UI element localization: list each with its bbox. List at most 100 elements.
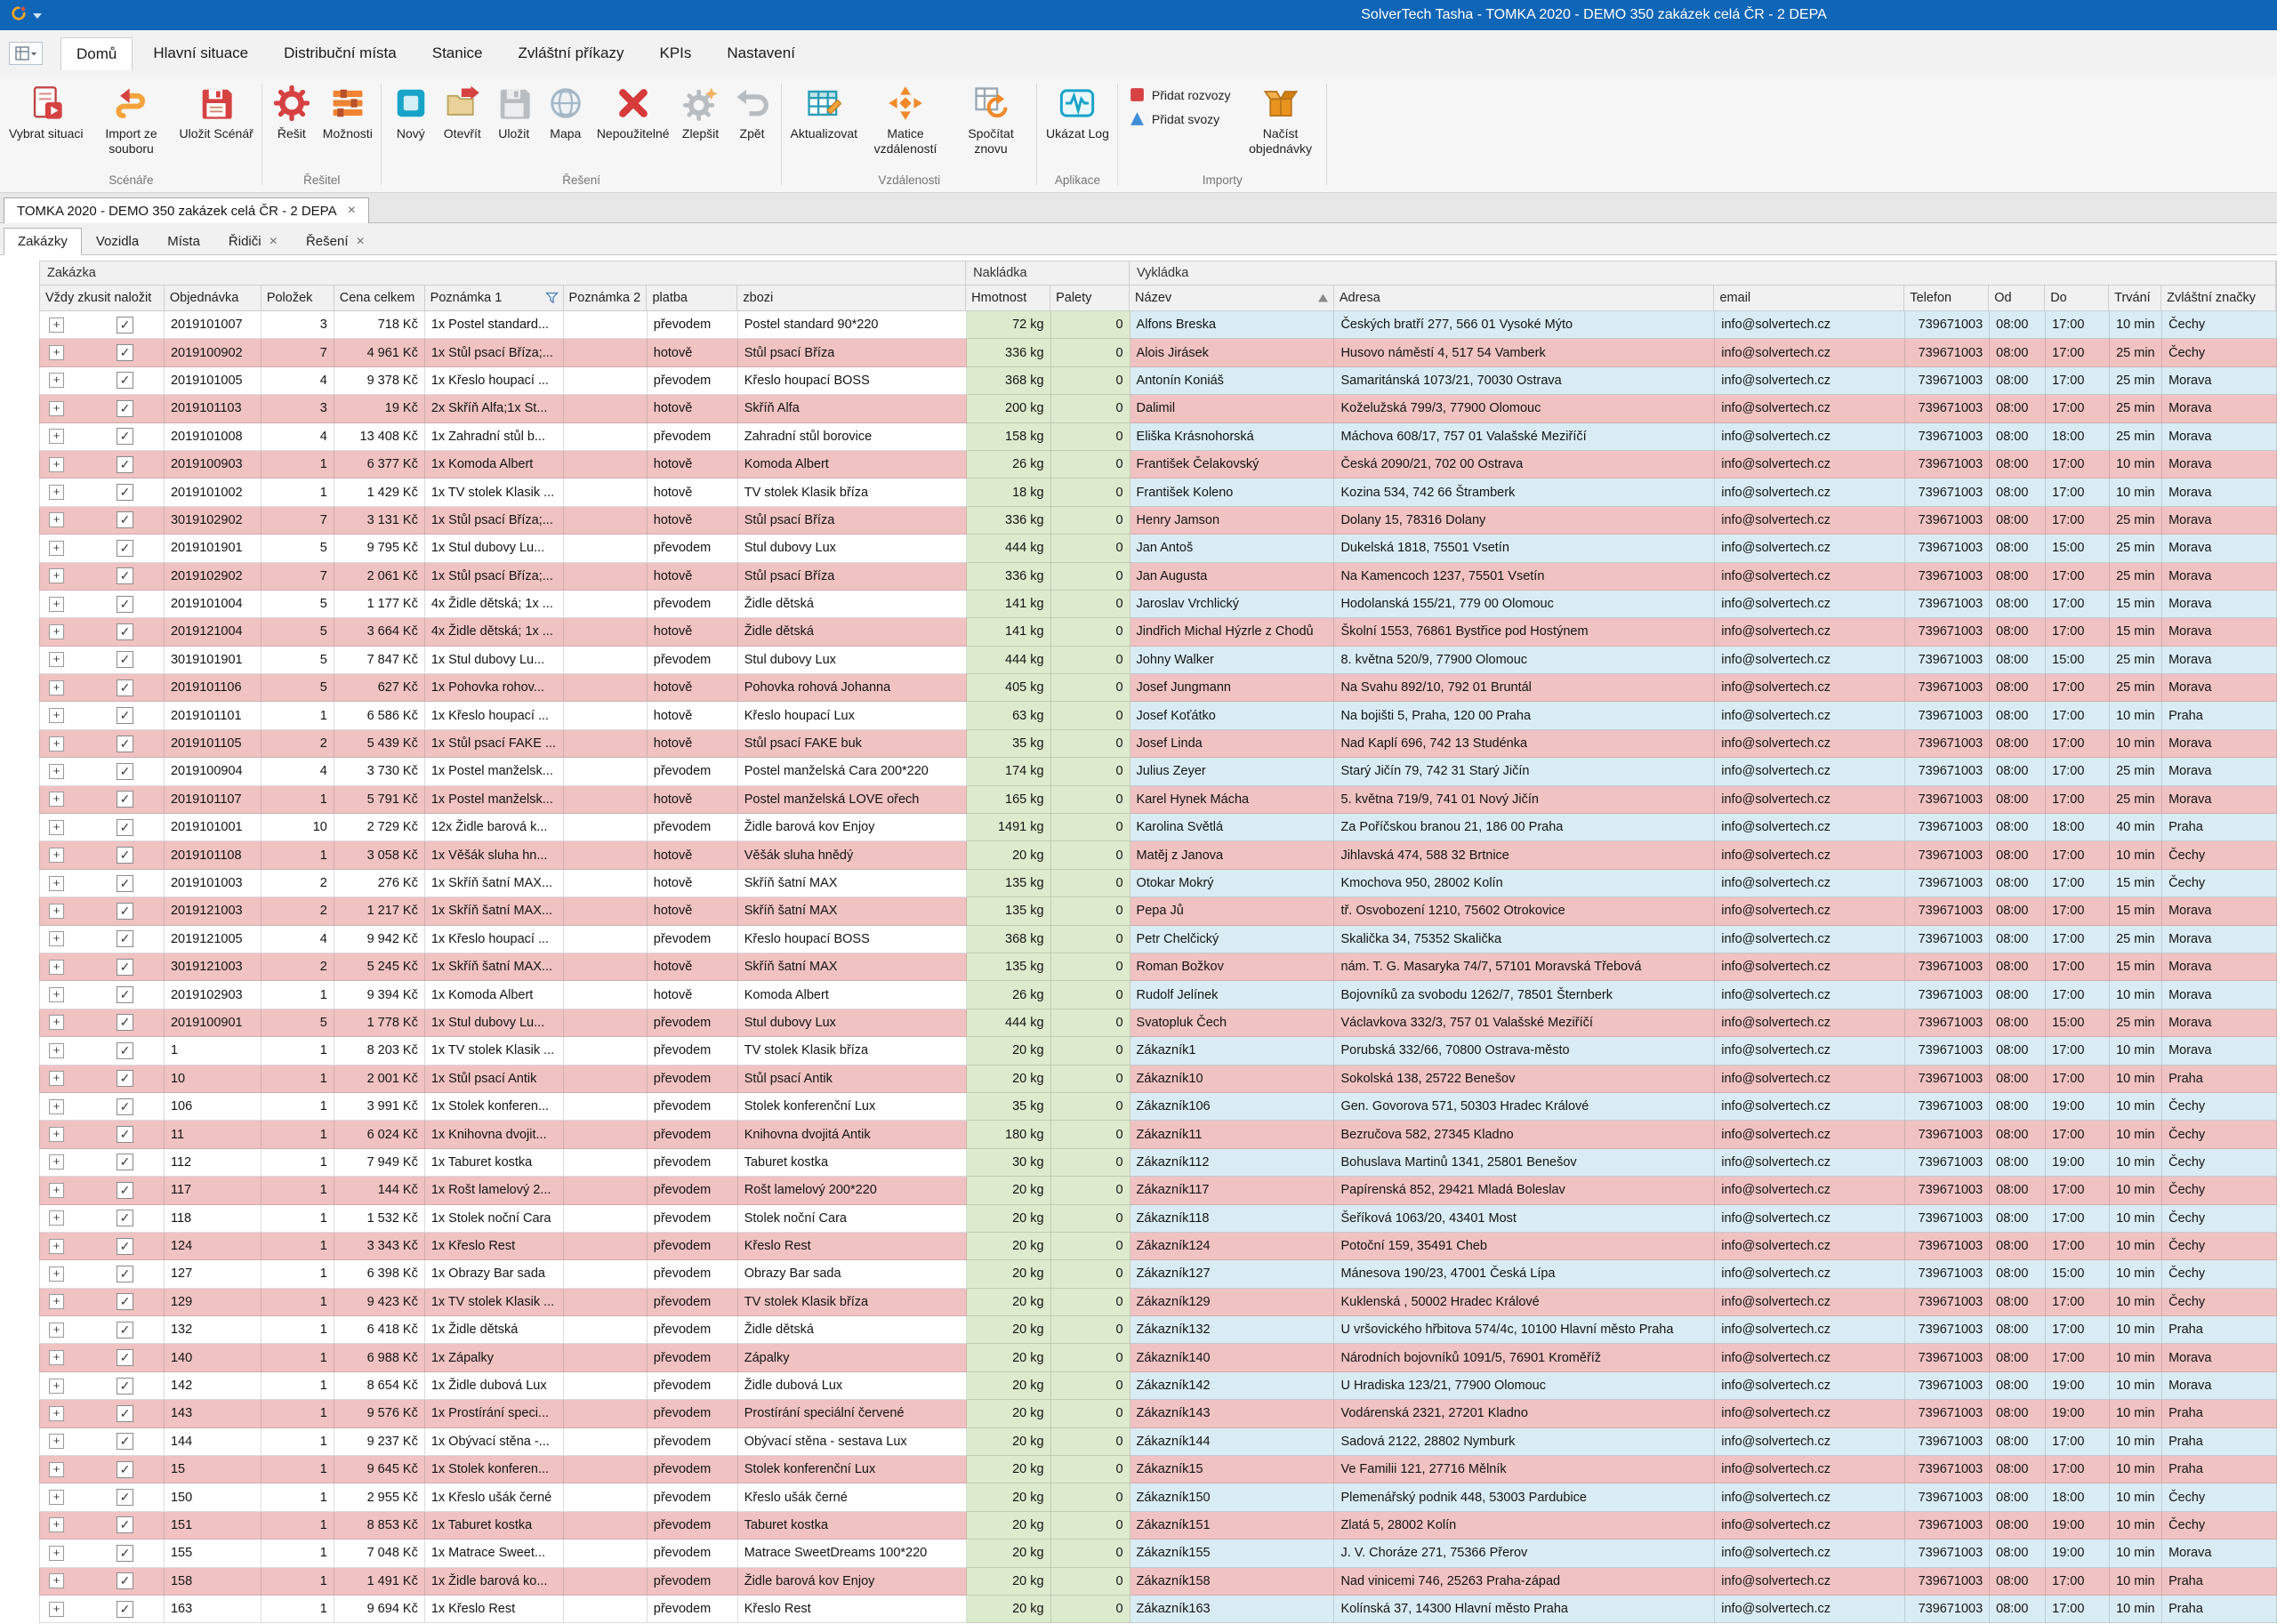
close-tab-icon[interactable]: × [356,235,364,249]
close-tab-icon[interactable]: × [270,235,278,249]
expand-row-icon[interactable]: + [49,1183,64,1198]
table-row[interactable]: +✓14016 988 Kč1x ZápalkypřevodemZápalky2… [39,1344,2277,1371]
always-load-checkbox[interactable]: ✓ [117,847,133,864]
column-header-platba[interactable]: platba [647,285,737,310]
table-row[interactable]: +✓201910290272 061 Kč1x Stůl psací Bříza… [39,563,2277,591]
view-tab-vozidla[interactable]: Vozidla [82,228,153,255]
table-row[interactable]: +✓201910110813 058 Kč1x Věšák sluha hn..… [39,841,2277,869]
expand-row-icon[interactable]: + [49,1071,64,1086]
button-novy[interactable]: Nový [385,79,437,141]
button-ukazat-log[interactable]: Ukázat Log [1041,79,1114,141]
always-load-checkbox[interactable]: ✓ [117,567,133,584]
table-row[interactable]: +✓201910110715 791 Kč1x Postel manželsk.… [39,786,2277,814]
expand-row-icon[interactable]: + [49,1350,64,1365]
always-load-checkbox[interactable]: ✓ [117,428,133,445]
always-load-checkbox[interactable]: ✓ [117,1572,133,1589]
always-load-checkbox[interactable]: ✓ [117,1545,133,1562]
button-import-ze-souboru[interactable]: Import ze souboru [89,79,174,157]
column-header-nazev[interactable]: Název [1130,285,1334,310]
column-header-objednavka[interactable]: Objednávka [165,285,261,310]
expand-row-icon[interactable]: + [49,597,64,612]
expand-row-icon[interactable]: + [49,1294,64,1309]
expand-row-icon[interactable]: + [49,429,64,444]
button-aktualizovat[interactable]: Aktualizovat [785,79,863,141]
always-load-checkbox[interactable]: ✓ [117,1098,133,1115]
expand-row-icon[interactable]: + [49,820,64,835]
ribbon-tab-stanice[interactable]: Stanice [417,37,498,69]
expand-row-icon[interactable]: + [49,652,64,667]
always-load-checkbox[interactable]: ✓ [117,1516,133,1533]
always-load-checkbox[interactable]: ✓ [117,540,133,557]
always-load-checkbox[interactable]: ✓ [117,736,133,752]
always-load-checkbox[interactable]: ✓ [117,679,133,696]
column-header-zvlastni-znacky[interactable]: Zvláštní značky [2161,285,2276,310]
table-row[interactable]: +✓15517 048 Kč1x Matrace Sweet...převode… [39,1540,2277,1567]
table-row[interactable]: +✓20191011065627 Kč1x Pohovka rohov...ho… [39,674,2277,702]
always-load-checkbox[interactable]: ✓ [117,1014,133,1031]
expand-row-icon[interactable]: + [49,876,64,891]
always-load-checkbox[interactable]: ✓ [117,317,133,334]
expand-row-icon[interactable]: + [49,1379,64,1394]
app-menu-icon[interactable] [9,42,43,65]
button-nepouzitelne[interactable]: Nepoužitelné [591,79,675,141]
expand-row-icon[interactable]: + [49,373,64,388]
expand-row-icon[interactable]: + [49,1154,64,1170]
always-load-checkbox[interactable]: ✓ [117,1601,133,1618]
button-pridat-svozy[interactable]: Přidat svozy [1125,109,1235,129]
button-zpet[interactable]: Zpět [727,79,778,141]
table-row[interactable]: +✓201910090151 778 Kč1x Stul dubovy Lu..… [39,1009,2277,1037]
always-load-checkbox[interactable]: ✓ [117,1405,133,1422]
table-row[interactable]: +✓11811 532 Kč1x Stolek noční Carapřevod… [39,1205,2277,1233]
always-load-checkbox[interactable]: ✓ [117,511,133,528]
table-row[interactable]: +✓201910090316 377 Kč1x Komoda Alberthot… [39,451,2277,478]
table-row[interactable]: +✓118 203 Kč1x TV stolek Klasik ...převo… [39,1037,2277,1065]
expand-row-icon[interactable]: + [49,624,64,639]
table-row[interactable]: +✓14218 654 Kč1x Židle dubová Luxpřevode… [39,1372,2277,1400]
button-matice-vzdalenosti[interactable]: Matice vzdáleností [863,79,948,157]
table-row[interactable]: +✓301910290273 131 Kč1x Stůl psací Bříza… [39,507,2277,535]
view-tab-reseni[interactable]: Řešení× [292,228,379,255]
table-row[interactable]: +✓301912100325 245 Kč1x Skříň šatní MAX.… [39,953,2277,981]
column-header-email[interactable]: email [1714,285,1904,310]
expand-row-icon[interactable]: + [49,1406,64,1421]
table-row[interactable]: +✓201912100453 664 Kč4x Židle dětská; 1x… [39,618,2277,646]
column-header-trvani[interactable]: Trvání [2109,285,2161,310]
button-resit[interactable]: Řešit [266,79,318,141]
table-row[interactable]: +✓1116 024 Kč1x Knihovna dvojit...převod… [39,1121,2277,1148]
table-row[interactable]: +✓15118 853 Kč1x Taburet kostkapřevodemT… [39,1512,2277,1540]
expand-row-icon[interactable]: + [49,1099,64,1114]
expand-row-icon[interactable]: + [49,764,64,779]
table-row[interactable]: +✓20191010073718 Kč1x Postel standard...… [39,311,2277,339]
table-row[interactable]: +✓11217 949 Kč1x Taburet kostkapřevodemT… [39,1149,2277,1177]
expand-row-icon[interactable]: + [49,1323,64,1338]
table-row[interactable]: +✓13216 418 Kč1x Židle dětskápřevodemŽid… [39,1316,2277,1344]
table-row[interactable]: +✓2019101103319 Kč2x Skříň Alfa;1x St...… [39,395,2277,422]
always-load-checkbox[interactable]: ✓ [117,1182,133,1199]
always-load-checkbox[interactable]: ✓ [117,1293,133,1310]
table-row[interactable]: +✓1171144 Kč1x Rošt lamelový 2...převode… [39,1177,2277,1204]
always-load-checkbox[interactable]: ✓ [117,903,133,920]
expand-row-icon[interactable]: + [49,931,64,946]
button-vybrat-situaci[interactable]: Vybrat situaci [4,79,89,141]
always-load-checkbox[interactable]: ✓ [117,1378,133,1395]
always-load-checkbox[interactable]: ✓ [117,959,133,976]
column-header-adresa[interactable]: Adresa [1334,285,1715,310]
table-row[interactable]: +✓1012 001 Kč1x Stůl psací Antikpřevodem… [39,1065,2277,1093]
always-load-checkbox[interactable]: ✓ [117,1154,133,1170]
button-otevrit[interactable]: Otevřít [437,79,488,141]
ribbon-tab-hlavni-situace[interactable]: Hlavní situace [138,37,263,69]
app-logo-icon[interactable] [11,5,27,26]
close-tab-icon[interactable]: × [348,204,356,218]
expand-row-icon[interactable]: + [49,345,64,360]
always-load-checkbox[interactable]: ✓ [117,1349,133,1366]
always-load-checkbox[interactable]: ✓ [117,1042,133,1059]
ribbon-tab-nastaveni[interactable]: Nastavení [712,37,810,69]
ribbon-tab-kpis[interactable]: KPIs [644,37,706,69]
table-row[interactable]: +✓201910090443 730 Kč1x Postel manželsk.… [39,758,2277,785]
button-pridat-rozvozy[interactable]: Přidat rozvozy [1125,84,1235,105]
always-load-checkbox[interactable]: ✓ [117,1322,133,1339]
expand-row-icon[interactable]: + [49,1546,64,1561]
table-row[interactable]: +✓201910190159 795 Kč1x Stul dubovy Lu..… [39,535,2277,562]
table-row[interactable]: +✓201910100451 177 Kč4x Židle dětská; 1x… [39,591,2277,618]
button-mapa[interactable]: Mapa [540,79,591,141]
